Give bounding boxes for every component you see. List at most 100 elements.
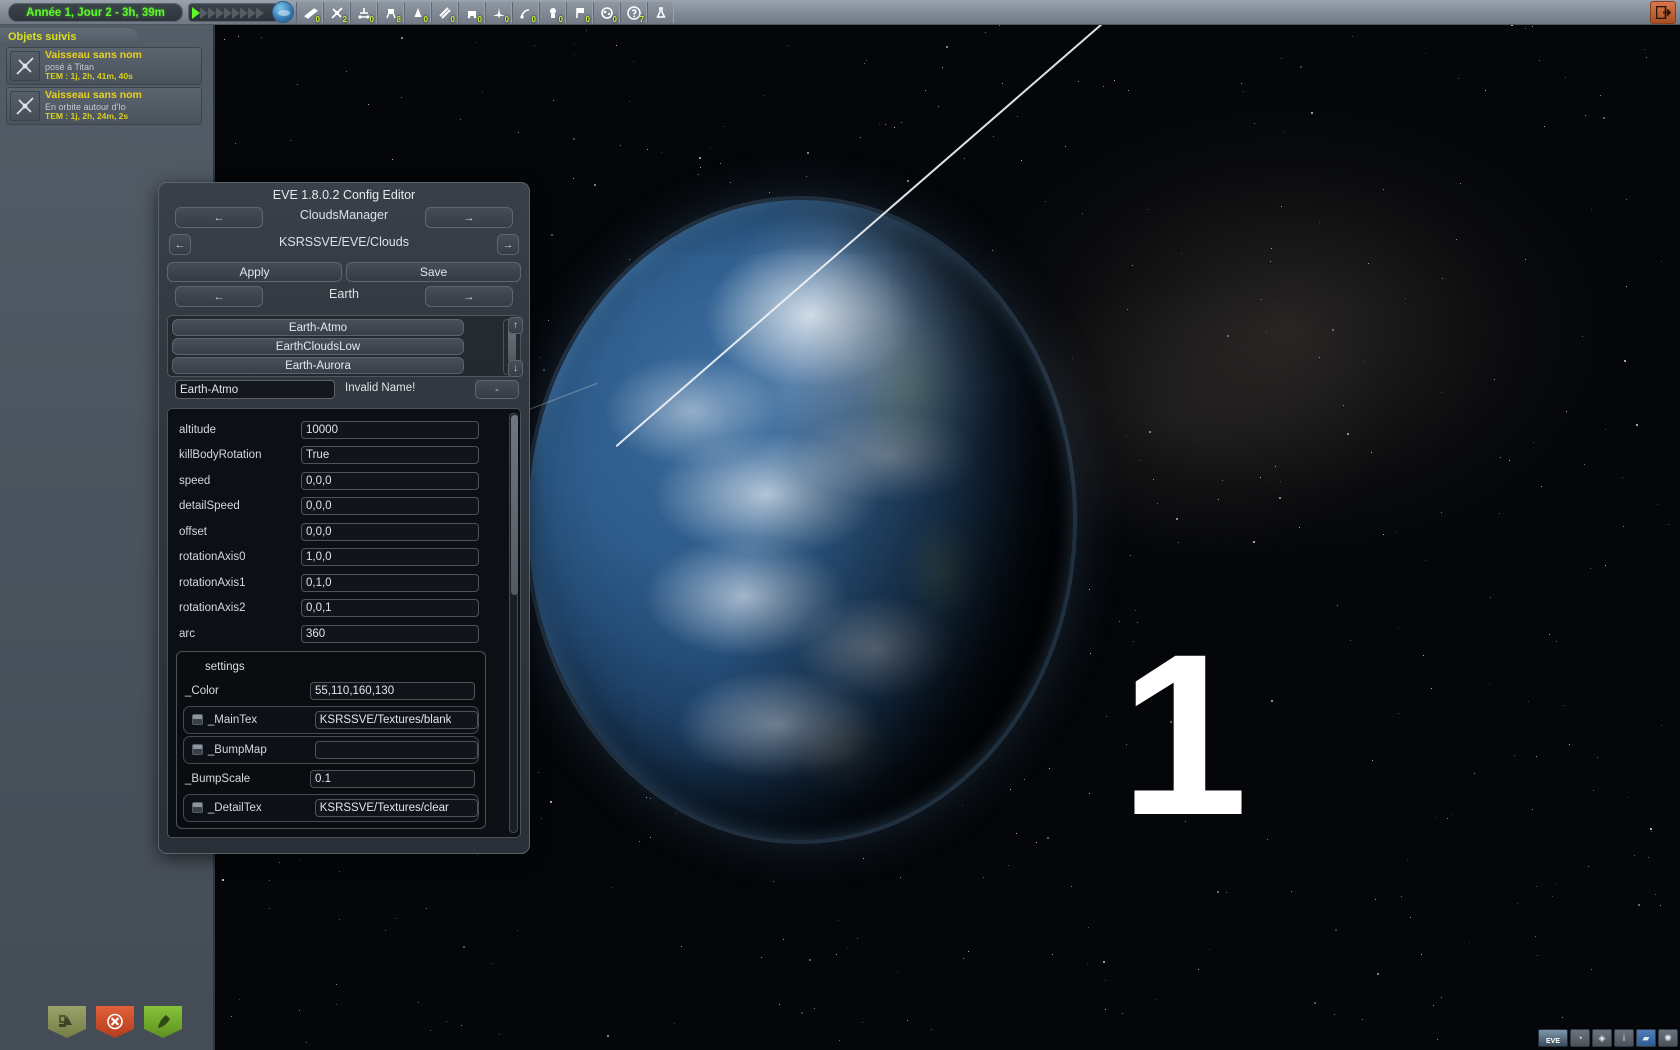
filter-plane-button[interactable]: 0 xyxy=(485,2,512,24)
settings-input[interactable]: 0.1 xyxy=(310,769,475,788)
settings-input[interactable]: 55,110,160,130 xyxy=(310,681,475,700)
recover-vessel-button[interactable] xyxy=(48,1006,86,1038)
layer-scroll-up-button[interactable]: ↑ xyxy=(508,317,523,334)
filter-lander-button[interactable]: 8 xyxy=(377,2,404,24)
layer-name-input[interactable]: Earth-Atmo xyxy=(175,380,335,399)
warp-arrow-7[interactable] xyxy=(240,6,248,19)
layer-item-2[interactable]: Earth-Aurora xyxy=(172,357,464,374)
warp-knob-icon[interactable] xyxy=(272,1,294,23)
filter-count: 0 xyxy=(558,15,563,24)
texture-toggle-icon[interactable] xyxy=(192,714,203,725)
config-forward-button[interactable]: → xyxy=(497,234,519,255)
rocket-icon xyxy=(158,1015,170,1028)
filter-unknown-button[interactable]: 7 xyxy=(620,2,647,24)
fly-vessel-button[interactable] xyxy=(144,1006,182,1038)
body-next-button[interactable]: → xyxy=(425,286,513,307)
settings-input[interactable]: KSRSSVE/Textures/blank xyxy=(314,710,478,729)
filter-count: 0 xyxy=(612,15,617,24)
settings-row: _BumpMap xyxy=(183,735,479,764)
warp-arrow-6[interactable] xyxy=(232,6,240,19)
filter-flag-button[interactable]: 0 xyxy=(566,2,593,24)
settings-label: _Color xyxy=(185,684,219,697)
warp-arrow-4[interactable] xyxy=(216,6,224,19)
filter-ship-button[interactable]: 0 xyxy=(404,2,431,24)
property-label: speed xyxy=(179,474,211,487)
property-label: offset xyxy=(179,525,207,538)
property-input[interactable]: 1,0,0 xyxy=(301,548,479,567)
probe-icon xyxy=(16,97,34,115)
property-input[interactable]: 0,1,0 xyxy=(301,573,479,592)
property-input[interactable]: 0,0,0 xyxy=(301,522,479,541)
warp-arrow-2[interactable] xyxy=(200,6,208,19)
properties-scrollbar[interactable] xyxy=(509,413,518,833)
layer-scrollbar[interactable]: ↑ ↓ xyxy=(500,317,523,377)
layer-scroll-down-button[interactable]: ↓ xyxy=(508,360,523,377)
remove-layer-button[interactable]: - xyxy=(475,380,519,399)
filter-science-button[interactable] xyxy=(647,2,674,23)
filter-asteroid-button[interactable]: 0 xyxy=(593,2,620,24)
filter-base-button[interactable]: 0 xyxy=(458,2,485,24)
tray-eve-icon[interactable]: EVE xyxy=(1538,1029,1568,1047)
property-row: detailSpeed 0,0,0 xyxy=(168,494,508,520)
exit-icon xyxy=(1655,6,1671,19)
warp-arrow-9[interactable] xyxy=(256,6,264,19)
property-input[interactable]: 360 xyxy=(301,624,479,643)
property-row: rotationAxis1 0,1,0 xyxy=(168,570,508,596)
filter-station-button[interactable]: 0 xyxy=(431,2,458,24)
layer-item-1[interactable]: EarthCloudsLow xyxy=(172,338,464,355)
layer-item-0[interactable]: Earth-Atmo xyxy=(172,319,464,336)
top-toolbar: Année 1, Jour 2 - 3h, 39m 0 2 0 8 0 0 0 0 0 0 0 0 7 xyxy=(0,0,1680,25)
settings-label: _BumpScale xyxy=(185,772,251,785)
settings-input[interactable]: KSRSSVE/Textures/clear xyxy=(314,798,478,817)
tray-eve-settings-button[interactable]: ▰ xyxy=(1636,1029,1656,1047)
eve-config-editor-window[interactable]: EVE 1.8.0.2 Config Editor ← CloudsManage… xyxy=(158,182,530,854)
config-path-label: KSRSSVE/EVE/Clouds xyxy=(279,235,409,249)
settings-label: _BumpMap xyxy=(207,743,267,756)
filter-rover-button[interactable]: 0 xyxy=(350,2,377,24)
property-label: arc xyxy=(179,627,195,640)
warp-arrow-8[interactable] xyxy=(248,6,256,19)
warp-arrow-5[interactable] xyxy=(224,6,232,19)
property-input[interactable]: 0,0,1 xyxy=(301,599,479,618)
bottom-tray: EVE ◔ ◈ i ▰ ✺ xyxy=(1538,1028,1678,1048)
terminate-vessel-button[interactable] xyxy=(96,1006,134,1038)
warp-arrow-3[interactable] xyxy=(208,6,216,19)
tray-target-button[interactable]: ◈ xyxy=(1592,1029,1612,1047)
vessel-type-icon-box xyxy=(10,51,40,81)
filter-probe-button[interactable]: 2 xyxy=(323,2,350,24)
settings-label: _MainTex xyxy=(207,713,258,726)
vessel-list-item[interactable]: Vaisseau sans nom En orbite autour d'Io TE… xyxy=(6,87,202,125)
filter-debris-button[interactable]: 0 xyxy=(296,2,323,24)
eve-action-row: Apply Save xyxy=(167,262,521,282)
planet-earth[interactable] xyxy=(528,200,1073,840)
texture-toggle-icon[interactable] xyxy=(192,802,203,813)
filter-relay-button[interactable]: 0 xyxy=(512,2,539,24)
filter-count: 0 xyxy=(450,15,455,24)
sidebar-tab-tracked-objects[interactable]: Objets suivis xyxy=(0,28,140,46)
filter-kerbal-button[interactable]: 0 xyxy=(539,2,566,24)
exit-button[interactable] xyxy=(1650,1,1676,24)
property-input[interactable]: 10000 xyxy=(301,420,479,439)
warp-arrow-1[interactable] xyxy=(192,6,200,19)
tray-atmosphere-button[interactable]: ✺ xyxy=(1658,1029,1678,1047)
manager-next-button[interactable]: → xyxy=(425,207,513,228)
settings-input[interactable] xyxy=(314,740,478,759)
tray-clock-button[interactable]: ◔ xyxy=(1570,1029,1590,1047)
apply-button[interactable]: Apply xyxy=(167,262,342,282)
property-input[interactable]: 0,0,0 xyxy=(301,471,479,490)
app-root: 1 Année 1, Jour 2 - 3h, 39m 020800000000… xyxy=(0,0,1680,1050)
vessel-list-item[interactable]: Vaisseau sans nom posé à Titan TEM : 1j, 2… xyxy=(6,47,202,85)
property-input[interactable]: 0,0,0 xyxy=(301,497,479,516)
settings-title: settings xyxy=(205,660,245,673)
properties-scroll-thumb[interactable] xyxy=(511,415,518,595)
property-label: detailSpeed xyxy=(179,500,240,513)
property-label: rotationAxis2 xyxy=(179,602,246,615)
property-input[interactable]: True xyxy=(301,446,479,465)
mission-clock[interactable]: Année 1, Jour 2 - 3h, 39m xyxy=(8,3,183,22)
time-warp-control[interactable] xyxy=(188,3,278,22)
mission-clock-text: Année 1, Jour 2 - 3h, 39m xyxy=(26,6,165,19)
settings-label: _DetailTex xyxy=(207,801,262,814)
texture-toggle-icon[interactable] xyxy=(192,744,203,755)
tray-info-button[interactable]: i xyxy=(1614,1029,1634,1047)
save-button[interactable]: Save xyxy=(346,262,521,282)
